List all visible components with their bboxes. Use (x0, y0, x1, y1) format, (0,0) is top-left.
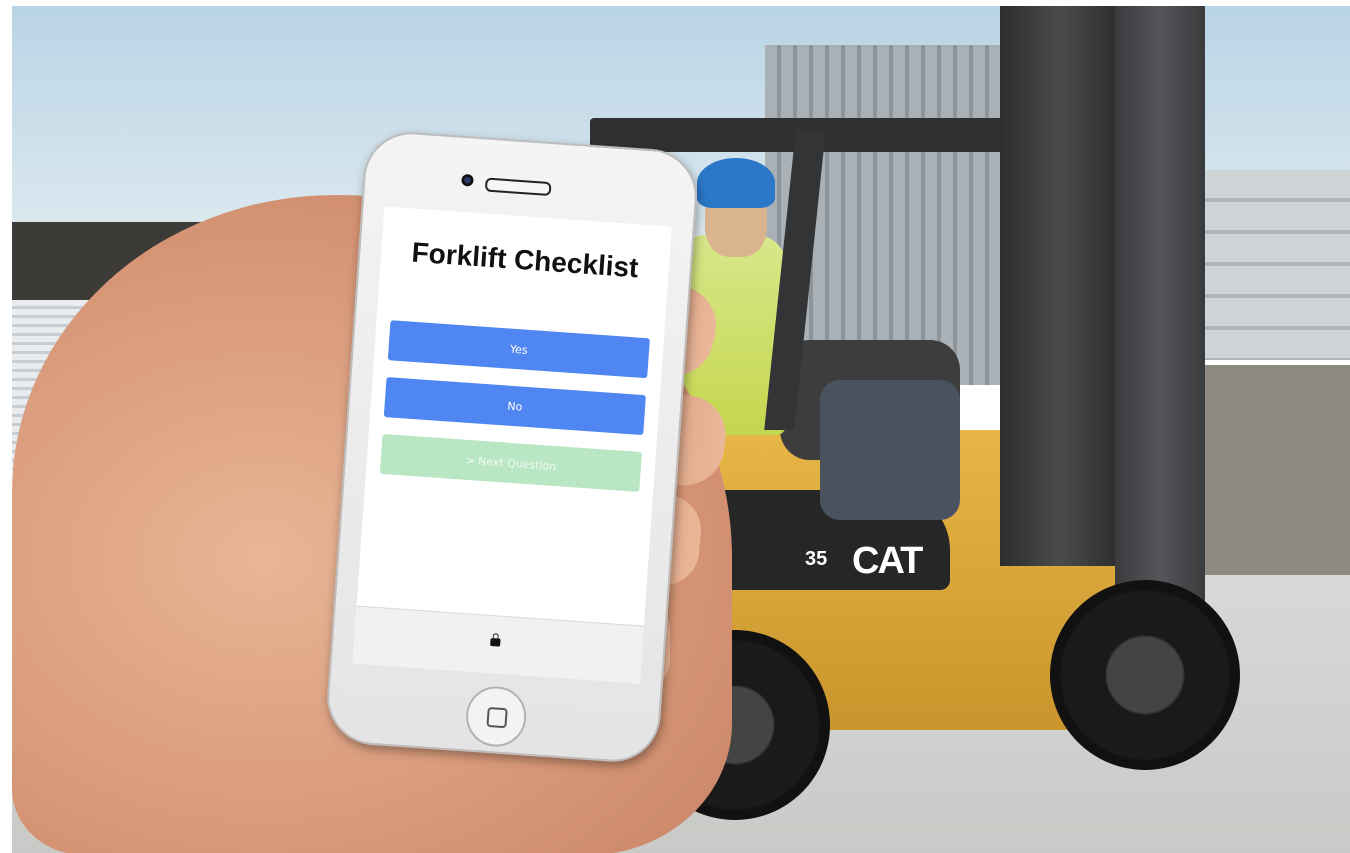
phone-screen: Forklift Checklist Yes No > Next Questio… (352, 206, 672, 684)
pallet-load (1180, 365, 1350, 575)
driver-legs (820, 380, 960, 520)
lock-icon (490, 637, 501, 647)
page-title: Forklift Checklist (410, 236, 640, 284)
rear-wheel (1050, 580, 1240, 770)
front-camera-icon (461, 173, 474, 187)
forklift-mast (1000, 6, 1120, 566)
yes-button[interactable]: Yes (387, 320, 650, 379)
no-button[interactable]: No (383, 377, 646, 436)
forklift-model-number: 35 (805, 548, 828, 570)
forklift-mast (1115, 6, 1205, 606)
storage-rack (1180, 170, 1350, 360)
cat-logo: CAT (852, 540, 923, 582)
earpiece-speaker (484, 177, 552, 197)
overhead-guard (590, 118, 1070, 152)
home-square-icon (486, 706, 508, 729)
next-question-button[interactable]: > Next Question (379, 433, 642, 492)
home-button[interactable] (464, 684, 529, 749)
smartphone: Forklift Checklist Yes No > Next Questio… (323, 129, 701, 765)
hard-hat (697, 158, 775, 208)
browser-bottom-bar (352, 605, 644, 684)
